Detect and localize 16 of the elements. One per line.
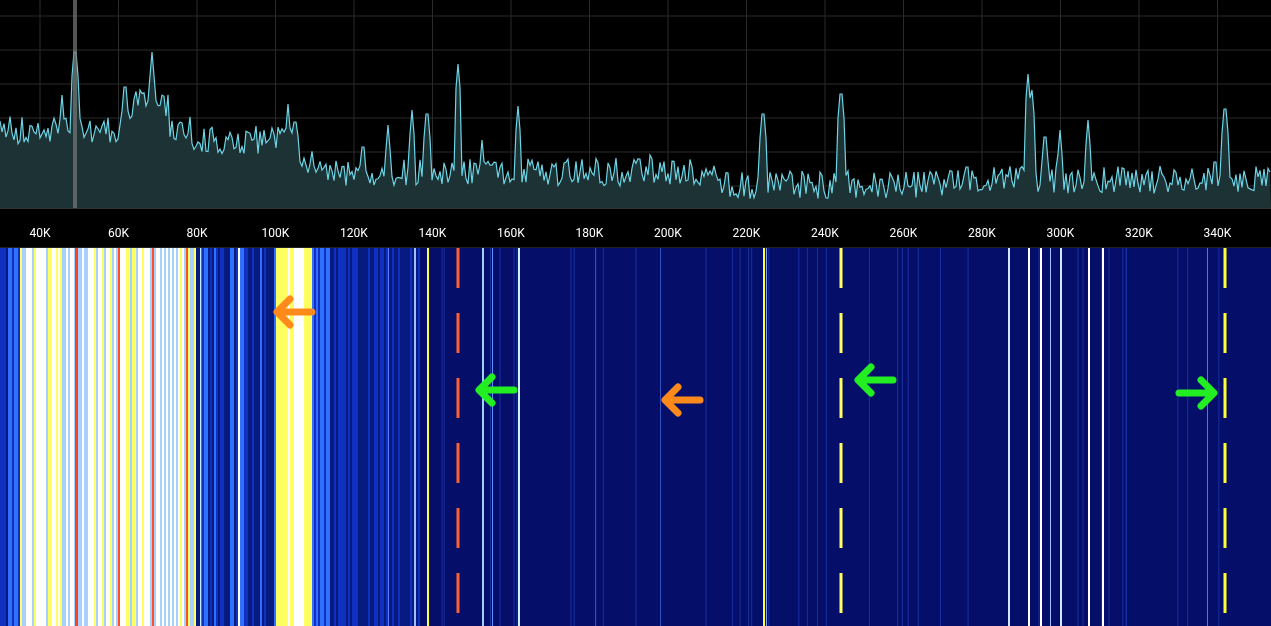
axis-label: 140K [418, 225, 447, 242]
axis-label: 80K [186, 225, 208, 242]
axis-label: 180K [575, 225, 604, 242]
axis-label: 40K [29, 225, 51, 242]
axis-label: 120K [340, 225, 368, 242]
axis-label: 100K [261, 225, 290, 242]
axis-label: 160K [497, 225, 525, 242]
axis-label: 220K [732, 225, 761, 242]
axis-label: 340K [1203, 225, 1232, 242]
axis-label: 280K [968, 225, 996, 242]
axis-label: 320K [1125, 225, 1153, 242]
axis-label: 240K [811, 225, 839, 242]
axis-label: 300K [1046, 225, 1075, 242]
axis-label: 60K [108, 225, 129, 242]
axis-label: 200K [654, 225, 682, 242]
axis-label: 260K [889, 225, 918, 242]
